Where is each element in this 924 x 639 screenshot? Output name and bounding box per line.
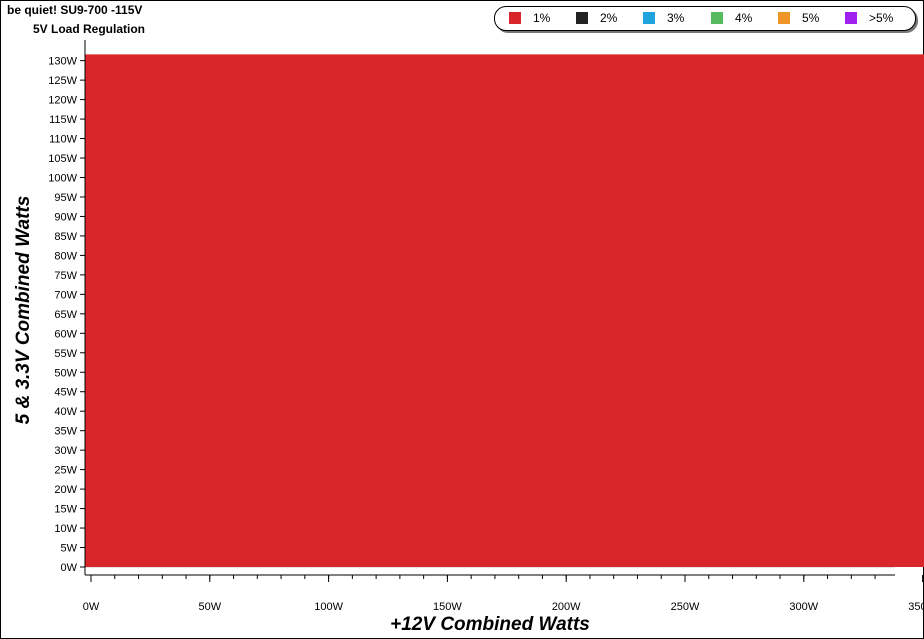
y-tick-label: 130W [48, 56, 77, 68]
plot-area [85, 54, 924, 567]
series-area-1% [85, 54, 924, 567]
x-tick-label: 50W [198, 601, 221, 613]
y-tick-label: 0W [61, 562, 78, 574]
y-tick-label: 40W [54, 406, 77, 418]
y-tick-label: 95W [54, 192, 77, 204]
y-tick-label: 125W [48, 75, 77, 87]
y-tick-label: 100W [48, 173, 77, 185]
x-tick-label: 200W [552, 601, 581, 613]
y-tick-label: 45W [54, 387, 77, 399]
x-tick-label: 150W [433, 601, 462, 613]
x-tick-label: 250W [671, 601, 700, 613]
y-tick-label: 105W [48, 153, 77, 165]
x-tick-label: 300W [789, 601, 818, 613]
y-tick-label: 35W [54, 426, 77, 438]
y-tick-label: 15W [54, 504, 77, 516]
y-tick-label: 60W [54, 328, 77, 340]
y-tick-label: 65W [54, 309, 77, 321]
y-tick-label: 55W [54, 348, 77, 360]
x-tick-label: 350W [908, 601, 924, 613]
x-tick-label: 100W [314, 601, 343, 613]
y-tick-label: 5W [61, 543, 78, 555]
y-tick-label: 110W [49, 134, 78, 146]
y-tick-label: 25W [54, 465, 77, 477]
y-tick-label: 30W [54, 445, 77, 457]
y-tick-label: 20W [54, 484, 77, 496]
y-tick-label: 85W [54, 231, 77, 243]
y-tick-label: 115W [49, 114, 78, 126]
chart-svg: 0W 5W 10W 15W 20W 25W 30W 35W 40W 45W 50W 55W 60W 65W… [48, 40, 924, 613]
y-tick-label: 90W [54, 211, 77, 223]
x-tick-label: 0W [83, 601, 100, 613]
y-tick-label: 120W [48, 95, 77, 107]
y-tick-label: 70W [54, 289, 77, 301]
y-tick-label: 10W [54, 523, 77, 535]
y-tick-label: 80W [54, 250, 77, 262]
y-tick-label: 75W [54, 270, 77, 282]
y-tick-label: 50W [54, 367, 77, 379]
